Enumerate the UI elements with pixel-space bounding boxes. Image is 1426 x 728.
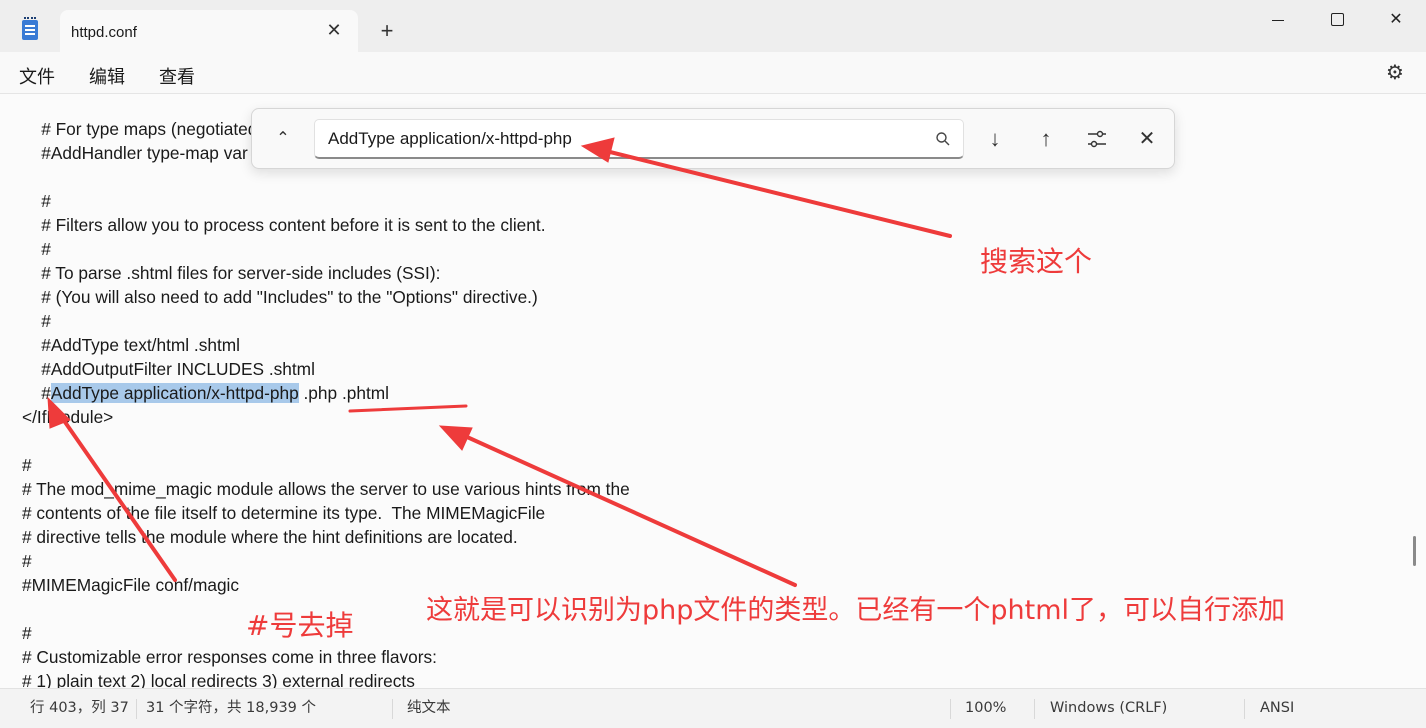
search-icon	[936, 132, 950, 146]
find-input[interactable]: AddType application/x-httpd-php	[314, 119, 964, 159]
code-line: # Customizable error responses come in t…	[22, 647, 437, 667]
find-previous-icon[interactable]: ↑	[1031, 124, 1061, 154]
code-line: #	[22, 239, 51, 259]
close-tab-icon[interactable]: ✕	[324, 20, 344, 40]
status-bar: 行 403，列 37 31 个字符，共 18,939 个 纯文本 100% Wi…	[0, 688, 1426, 728]
annotation-remove-hash: #号去掉	[246, 609, 354, 642]
code-line: #AddHandler type-map var	[22, 143, 248, 163]
status-format[interactable]: 纯文本	[407, 689, 451, 728]
close-window-button[interactable]: ✕	[1376, 6, 1416, 34]
maximize-button[interactable]	[1316, 6, 1356, 34]
code-line: #	[22, 455, 32, 475]
status-divider	[392, 699, 393, 719]
search-highlight: AddType application/x-httpd-php	[50, 383, 299, 403]
notepad-icon	[22, 17, 38, 40]
code-line: #	[22, 311, 51, 331]
code-line: # Filters allow you to process content b…	[22, 215, 546, 235]
status-divider	[1244, 699, 1245, 719]
status-line-ending[interactable]: Windows (CRLF)	[1050, 689, 1167, 728]
menu-bar: 文件 编辑 查看 ⚙	[0, 52, 1426, 94]
code-line: # The mod_mime_magic module allows the s…	[22, 479, 630, 499]
find-bar: ⌃ AddType application/x-httpd-php ↓ ↑ ✕	[251, 108, 1175, 169]
annotation-search-this: 搜索这个	[980, 245, 1093, 278]
match-prefix: #	[22, 383, 51, 403]
status-zoom[interactable]: 100%	[965, 689, 1006, 728]
minimize-button[interactable]	[1258, 6, 1298, 34]
menu-view[interactable]: 查看	[159, 63, 195, 89]
code-line: # To parse .shtml files for server-side …	[22, 263, 441, 283]
status-encoding[interactable]: ANSI	[1260, 689, 1294, 728]
tab-httpd-conf[interactable]: httpd.conf ✕	[60, 10, 358, 52]
match-suffix: .php .phtml	[298, 383, 390, 403]
toggle-replace-icon[interactable]: ⌃	[272, 128, 294, 150]
match-line: #AddType application/x-httpd-php .php .p…	[22, 381, 389, 405]
menu-file[interactable]: 文件	[19, 63, 55, 89]
code-line: #AddType text/html .shtml	[22, 335, 241, 355]
code-line: # contents of the file itself to determi…	[22, 503, 546, 523]
status-divider	[1034, 699, 1035, 719]
menu-edit[interactable]: 编辑	[89, 63, 125, 89]
code-line: #MIMEMagicFile conf/magic	[22, 575, 240, 595]
annotation-explanation: 这就是可以识别为php文件的类型。已经有一个phtml了，可以自行添加	[426, 595, 1286, 626]
scrollbar-thumb[interactable]	[1413, 536, 1416, 566]
sliders-icon[interactable]	[1082, 124, 1112, 154]
code-line: # 1) plain text 2) local redirects 3) ex…	[22, 671, 415, 688]
gear-icon[interactable]: ⚙	[1384, 62, 1406, 84]
new-tab-button[interactable]: +	[376, 20, 398, 42]
status-divider	[950, 699, 951, 719]
status-cursor-position: 行 403，列 37	[30, 700, 129, 716]
close-find-icon[interactable]: ✕	[1132, 124, 1162, 154]
code-line: # directive tells the module where the h…	[22, 527, 518, 547]
code-line: # (You will also need to add "Includes" …	[22, 287, 538, 307]
code-line: #	[22, 551, 32, 571]
status-char-count: 31 个字符，共 18,939 个	[146, 700, 317, 716]
code-line: #AddOutputFilter INCLUDES .shtml	[22, 359, 315, 379]
title-bar: httpd.conf ✕ + ✕	[0, 0, 1426, 52]
status-divider	[136, 699, 137, 719]
find-query: AddType application/x-httpd-php	[328, 129, 572, 148]
tab-title: httpd.conf	[71, 24, 137, 41]
code-line: </IfModule>	[22, 407, 114, 427]
find-next-icon[interactable]: ↓	[980, 124, 1010, 154]
code-line: #	[22, 623, 32, 643]
code-line: #	[22, 191, 51, 211]
